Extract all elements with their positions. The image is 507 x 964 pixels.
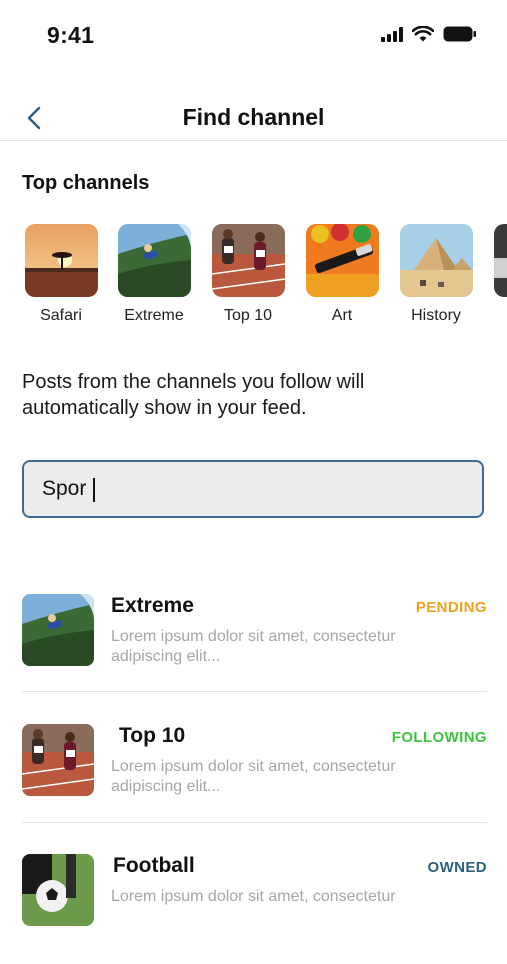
search-input[interactable] bbox=[42, 462, 462, 516]
channel-tile-partial[interactable]: F bbox=[493, 224, 507, 325]
nav-header: Find channel bbox=[0, 96, 507, 141]
channel-thumb-art bbox=[306, 224, 379, 297]
channel-thumb-partial bbox=[494, 224, 507, 297]
channel-thumb-extreme bbox=[118, 224, 191, 297]
status-icons bbox=[381, 26, 477, 42]
page-title: Find channel bbox=[0, 104, 507, 131]
status-bar: 9:41 bbox=[0, 0, 507, 70]
channel-label: Safari bbox=[24, 307, 98, 325]
channel-label: Extreme bbox=[117, 307, 191, 325]
top-channels-title: Top channels bbox=[22, 172, 149, 195]
result-description: Lorem ipsum dolor sit amet, consectetur … bbox=[111, 627, 441, 667]
top-channels-carousel[interactable]: Safari Extreme bbox=[0, 224, 507, 334]
result-name: Top 10 bbox=[119, 724, 185, 748]
wifi-icon bbox=[412, 26, 434, 42]
channel-tile-art[interactable]: Art bbox=[305, 224, 379, 325]
divider bbox=[22, 822, 487, 823]
channel-tile-extreme[interactable]: Extreme bbox=[117, 224, 191, 325]
result-name: Football bbox=[113, 854, 195, 878]
result-name: Extreme bbox=[111, 594, 194, 618]
result-status-badge: PENDING bbox=[416, 599, 487, 616]
channel-tile-history[interactable]: History bbox=[399, 224, 473, 325]
battery-icon bbox=[443, 26, 477, 42]
result-status-badge: FOLLOWING bbox=[392, 729, 487, 746]
channel-tile-top10[interactable]: Top 10 bbox=[211, 224, 285, 325]
channel-tile-safari[interactable]: Safari bbox=[24, 224, 98, 325]
channel-label: History bbox=[399, 307, 473, 325]
result-thumb-top10 bbox=[22, 724, 94, 796]
signal-icon bbox=[381, 27, 403, 42]
result-description: Lorem ipsum dolor sit amet, consectetur … bbox=[111, 757, 441, 797]
divider bbox=[22, 691, 487, 692]
result-item-football[interactable]: Football OWNED Lorem ipsum dolor sit ame… bbox=[22, 854, 487, 964]
channel-label: Art bbox=[305, 307, 379, 325]
result-item-extreme[interactable]: Extreme PENDING Lorem ipsum dolor sit am… bbox=[22, 594, 487, 704]
channel-thumb-history bbox=[400, 224, 473, 297]
result-thumb-extreme bbox=[22, 594, 94, 666]
search-field[interactable] bbox=[22, 460, 484, 518]
channel-label: F bbox=[493, 307, 507, 325]
channel-thumb-top10 bbox=[212, 224, 285, 297]
result-status-badge: OWNED bbox=[428, 859, 488, 876]
result-item-top10[interactable]: Top 10 FOLLOWING Lorem ipsum dolor sit a… bbox=[22, 724, 487, 834]
result-thumb-football bbox=[22, 854, 94, 926]
text-caret bbox=[93, 478, 95, 502]
info-text: Posts from the channels you follow will … bbox=[22, 369, 482, 421]
channel-label: Top 10 bbox=[211, 307, 285, 325]
result-description: Lorem ipsum dolor sit amet, consectetur bbox=[111, 887, 441, 907]
status-time: 9:41 bbox=[47, 22, 94, 49]
channel-thumb-safari bbox=[25, 224, 98, 297]
